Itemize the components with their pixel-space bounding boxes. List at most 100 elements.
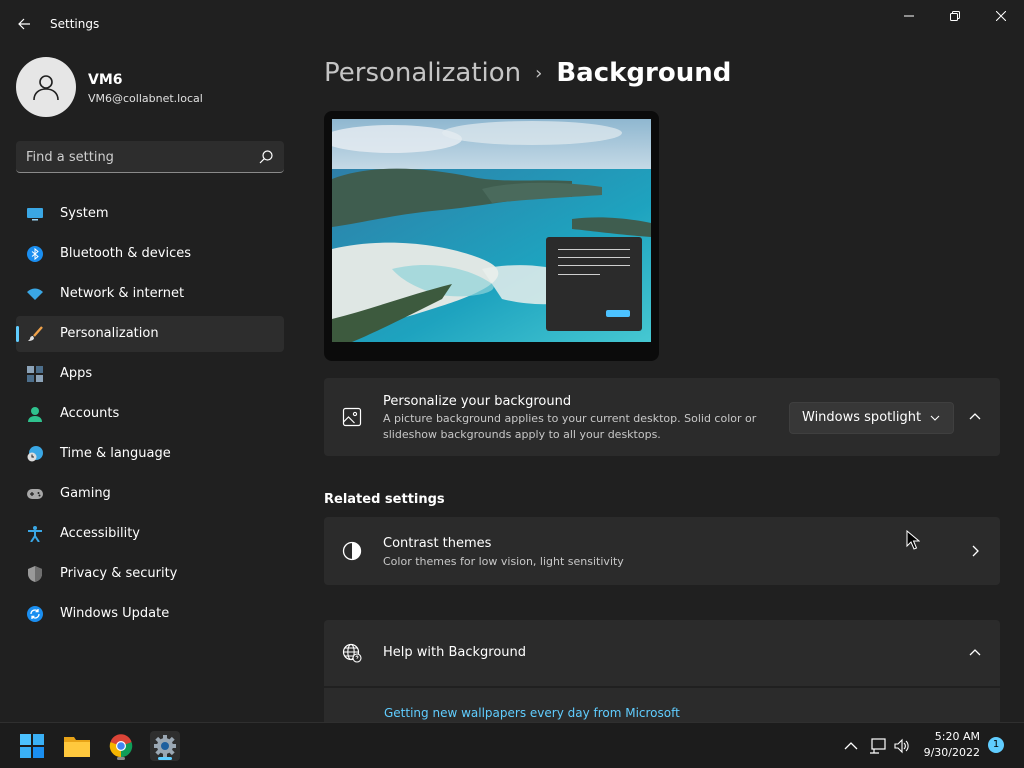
sidebar-item-label: Personalization [60, 326, 159, 341]
user-name: VM6 [88, 72, 123, 88]
sidebar-item-windows-update[interactable]: Windows Update [16, 596, 284, 632]
card-title: Personalize your background [383, 394, 572, 409]
file-explorer-icon [64, 737, 90, 757]
notification-badge[interactable]: 1 [988, 737, 1004, 753]
sidebar-item-label: Network & internet [60, 286, 185, 301]
mouse-cursor-icon [906, 530, 920, 550]
contrast-icon [342, 541, 362, 561]
close-icon [996, 11, 1006, 21]
breadcrumb-separator: › [535, 62, 543, 84]
sidebar-nav: System Bluetooth & devices Network & int… [16, 196, 284, 636]
sidebar-item-label: System [60, 206, 109, 221]
apps-icon [27, 366, 43, 382]
back-button[interactable] [10, 10, 38, 38]
chevron-up-icon[interactable] [842, 737, 860, 755]
minimize-button[interactable] [886, 0, 932, 32]
breadcrumb: Personalization › Background [324, 58, 731, 88]
card-title: Contrast themes [383, 536, 492, 551]
preview-app-window [546, 237, 642, 331]
user-icon [33, 75, 59, 101]
minimize-icon [904, 15, 914, 17]
start-button[interactable] [17, 731, 47, 761]
taskbar: 5:20 AM 9/30/2022 1 [0, 722, 1024, 768]
shield-icon [28, 566, 42, 582]
brush-icon [28, 326, 43, 341]
close-button[interactable] [978, 0, 1024, 32]
settings-taskbar-button[interactable] [150, 731, 180, 761]
running-indicator [117, 757, 125, 760]
card-description: Color themes for low vision, light sensi… [383, 555, 624, 568]
chrome-button[interactable] [106, 731, 136, 761]
accessibility-icon [28, 526, 42, 542]
background-type-dropdown[interactable]: Windows spotlight [789, 402, 954, 434]
search-icon[interactable] [258, 149, 274, 165]
dropdown-value: Windows spotlight [802, 410, 922, 425]
personalize-background-card: Personalize your background A picture ba… [324, 378, 1000, 456]
monitor-icon [27, 208, 43, 221]
restore-icon [950, 11, 960, 21]
wifi-icon [27, 288, 43, 300]
network-icon[interactable] [869, 737, 887, 755]
search-box[interactable] [16, 141, 284, 173]
contrast-themes-card[interactable]: Contrast themes Color themes for low vis… [324, 517, 1000, 585]
arrow-left-icon [18, 18, 30, 30]
card-description-line1: A picture background applies to your cur… [383, 412, 757, 425]
chevron-up-icon[interactable] [967, 409, 983, 425]
breadcrumb-parent[interactable]: Personalization [324, 58, 521, 88]
title-bar: Settings [0, 0, 1024, 48]
file-explorer-button[interactable] [62, 731, 92, 761]
avatar[interactable] [16, 57, 76, 117]
preview-line [558, 274, 600, 275]
sidebar-item-privacy-security[interactable]: Privacy & security [16, 556, 284, 592]
clock-date: 9/30/2022 [923, 746, 980, 759]
start-icon [20, 734, 44, 758]
active-indicator [158, 757, 172, 760]
sidebar-item-label: Bluetooth & devices [60, 246, 191, 261]
desktop-preview [324, 111, 659, 361]
update-icon [27, 606, 43, 622]
sidebar-item-label: Apps [60, 366, 93, 381]
help-link-wallpapers[interactable]: Getting new wallpapers every day from Mi… [384, 706, 680, 720]
card-description-line2: slideshow backgrounds apply to all your … [383, 428, 661, 441]
preview-line [558, 257, 630, 258]
chevron-down-icon [930, 415, 940, 421]
picture-icon [342, 407, 362, 427]
search-input[interactable] [26, 148, 246, 166]
sidebar-item-label: Accessibility [60, 526, 140, 541]
taskbar-clock[interactable]: 5:20 AM 9/30/2022 [916, 729, 980, 761]
sidebar-item-gaming[interactable]: Gaming [16, 476, 284, 512]
wallpaper-preview-image [332, 119, 651, 342]
card-title: Help with Background [383, 645, 527, 660]
chevron-right-icon [972, 545, 979, 557]
sidebar-item-label: Windows Update [60, 606, 170, 621]
settings-window: Settings VM6 VM6@collabnet.local System … [0, 0, 1024, 722]
sidebar-item-label: Privacy & security [60, 566, 178, 581]
volume-icon[interactable] [893, 737, 911, 755]
preview-line [558, 249, 630, 250]
page-title: Background [556, 58, 732, 88]
sidebar-item-network-internet[interactable]: Network & internet [16, 276, 284, 312]
sidebar-item-label: Accounts [60, 406, 120, 421]
sidebar-item-bluetooth-devices[interactable]: Bluetooth & devices [16, 236, 284, 272]
chevron-up-icon[interactable] [967, 645, 983, 661]
app-title: Settings [50, 17, 100, 31]
clock-globe-icon [27, 446, 43, 462]
sidebar-item-apps[interactable]: Apps [16, 356, 284, 392]
settings-icon [154, 735, 176, 757]
person-icon [28, 407, 42, 422]
preview-line [558, 265, 630, 266]
sidebar-item-label: Time & language [60, 446, 171, 461]
preview-button [606, 310, 630, 317]
bluetooth-icon [27, 246, 43, 262]
help-background-card[interactable]: Help with Background [324, 620, 1000, 686]
sidebar-item-accessibility[interactable]: Accessibility [16, 516, 284, 552]
sidebar-item-personalization[interactable]: Personalization [16, 316, 284, 352]
restore-button[interactable] [932, 0, 978, 32]
sidebar-item-accounts[interactable]: Accounts [16, 396, 284, 432]
related-settings-heading: Related settings [324, 492, 445, 507]
sidebar-item-time-language[interactable]: Time & language [16, 436, 284, 472]
chrome-icon [109, 734, 133, 758]
clock-time: 5:20 AM [934, 730, 980, 743]
sidebar-item-system[interactable]: System [16, 196, 284, 232]
gamepad-icon [27, 489, 43, 499]
